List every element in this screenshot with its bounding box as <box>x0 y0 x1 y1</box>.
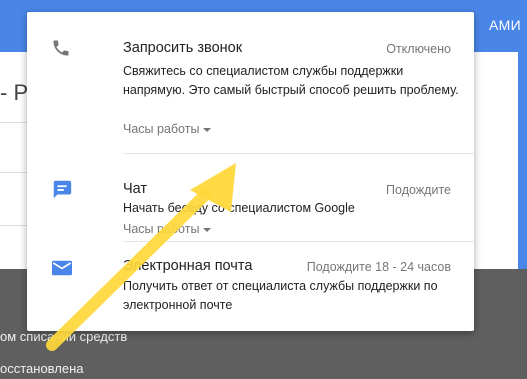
annotation-arrow <box>46 163 236 351</box>
